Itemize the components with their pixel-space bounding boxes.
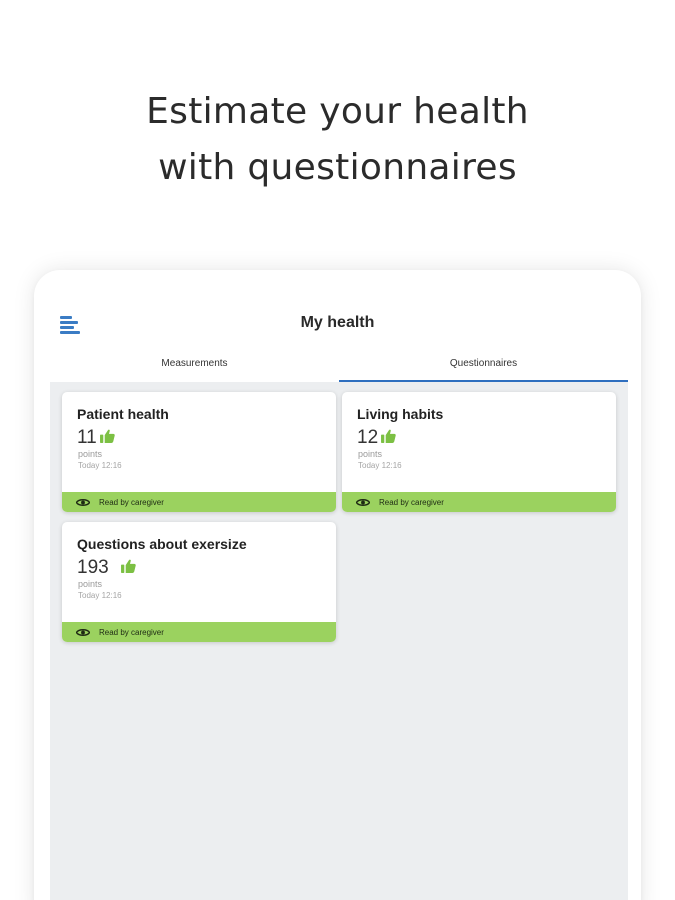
thumbs-up-icon bbox=[120, 559, 136, 573]
score-unit: points bbox=[358, 449, 383, 459]
card-title: Living habits bbox=[357, 406, 444, 422]
score-value: 193 bbox=[77, 557, 109, 578]
thumbs-up-icon bbox=[381, 429, 396, 443]
tab-bar: Measurements Questionnaires bbox=[50, 352, 628, 382]
device-frame: My health Measurements Questionnaires Pa… bbox=[34, 270, 641, 900]
eye-icon bbox=[356, 498, 370, 506]
score-value: 12 bbox=[357, 427, 379, 448]
card-title: Patient health bbox=[77, 406, 169, 422]
timestamp: Today 12:16 bbox=[78, 461, 122, 470]
score-row: 11 bbox=[77, 428, 115, 448]
questionnaire-grid: Patient health 11 points Today 12:16 Rea… bbox=[50, 382, 628, 900]
timestamp: Today 12:16 bbox=[78, 591, 122, 600]
score-row: 193 bbox=[77, 558, 136, 578]
page-title: My health bbox=[300, 314, 375, 331]
tab-questionnaires[interactable]: Questionnaires bbox=[339, 352, 628, 382]
questionnaire-card-patient-health[interactable]: Patient health 11 points Today 12:16 Rea… bbox=[62, 392, 336, 512]
questionnaire-card-exercise[interactable]: Questions about exersize 193 points Toda… bbox=[62, 522, 336, 642]
timestamp: Today 12:16 bbox=[358, 461, 402, 470]
app-bar: My health bbox=[34, 270, 641, 352]
status-text: Read by caregiver bbox=[99, 497, 164, 507]
status-bar: Read by caregiver bbox=[62, 622, 336, 642]
score-row: 12 bbox=[357, 428, 396, 448]
questionnaire-card-living-habits[interactable]: Living habits 12 points Today 12:16 Read… bbox=[342, 392, 616, 512]
thumbs-up-icon bbox=[99, 429, 115, 443]
status-bar: Read by caregiver bbox=[342, 492, 616, 512]
score-unit: points bbox=[78, 579, 103, 589]
score-value: 11 bbox=[77, 427, 97, 448]
status-bar: Read by caregiver bbox=[62, 492, 336, 512]
promo-line-2: with questionnaires bbox=[158, 147, 517, 188]
status-text: Read by caregiver bbox=[379, 497, 444, 507]
status-text: Read by caregiver bbox=[99, 627, 164, 637]
score-unit: points bbox=[78, 449, 103, 459]
card-title: Questions about exersize bbox=[77, 536, 247, 552]
promo-line-1: Estimate your health bbox=[146, 91, 529, 132]
eye-icon bbox=[76, 628, 90, 636]
eye-icon bbox=[76, 498, 90, 506]
promo-headline: Estimate your health with questionnaires bbox=[0, 84, 675, 196]
tab-measurements[interactable]: Measurements bbox=[50, 352, 339, 382]
